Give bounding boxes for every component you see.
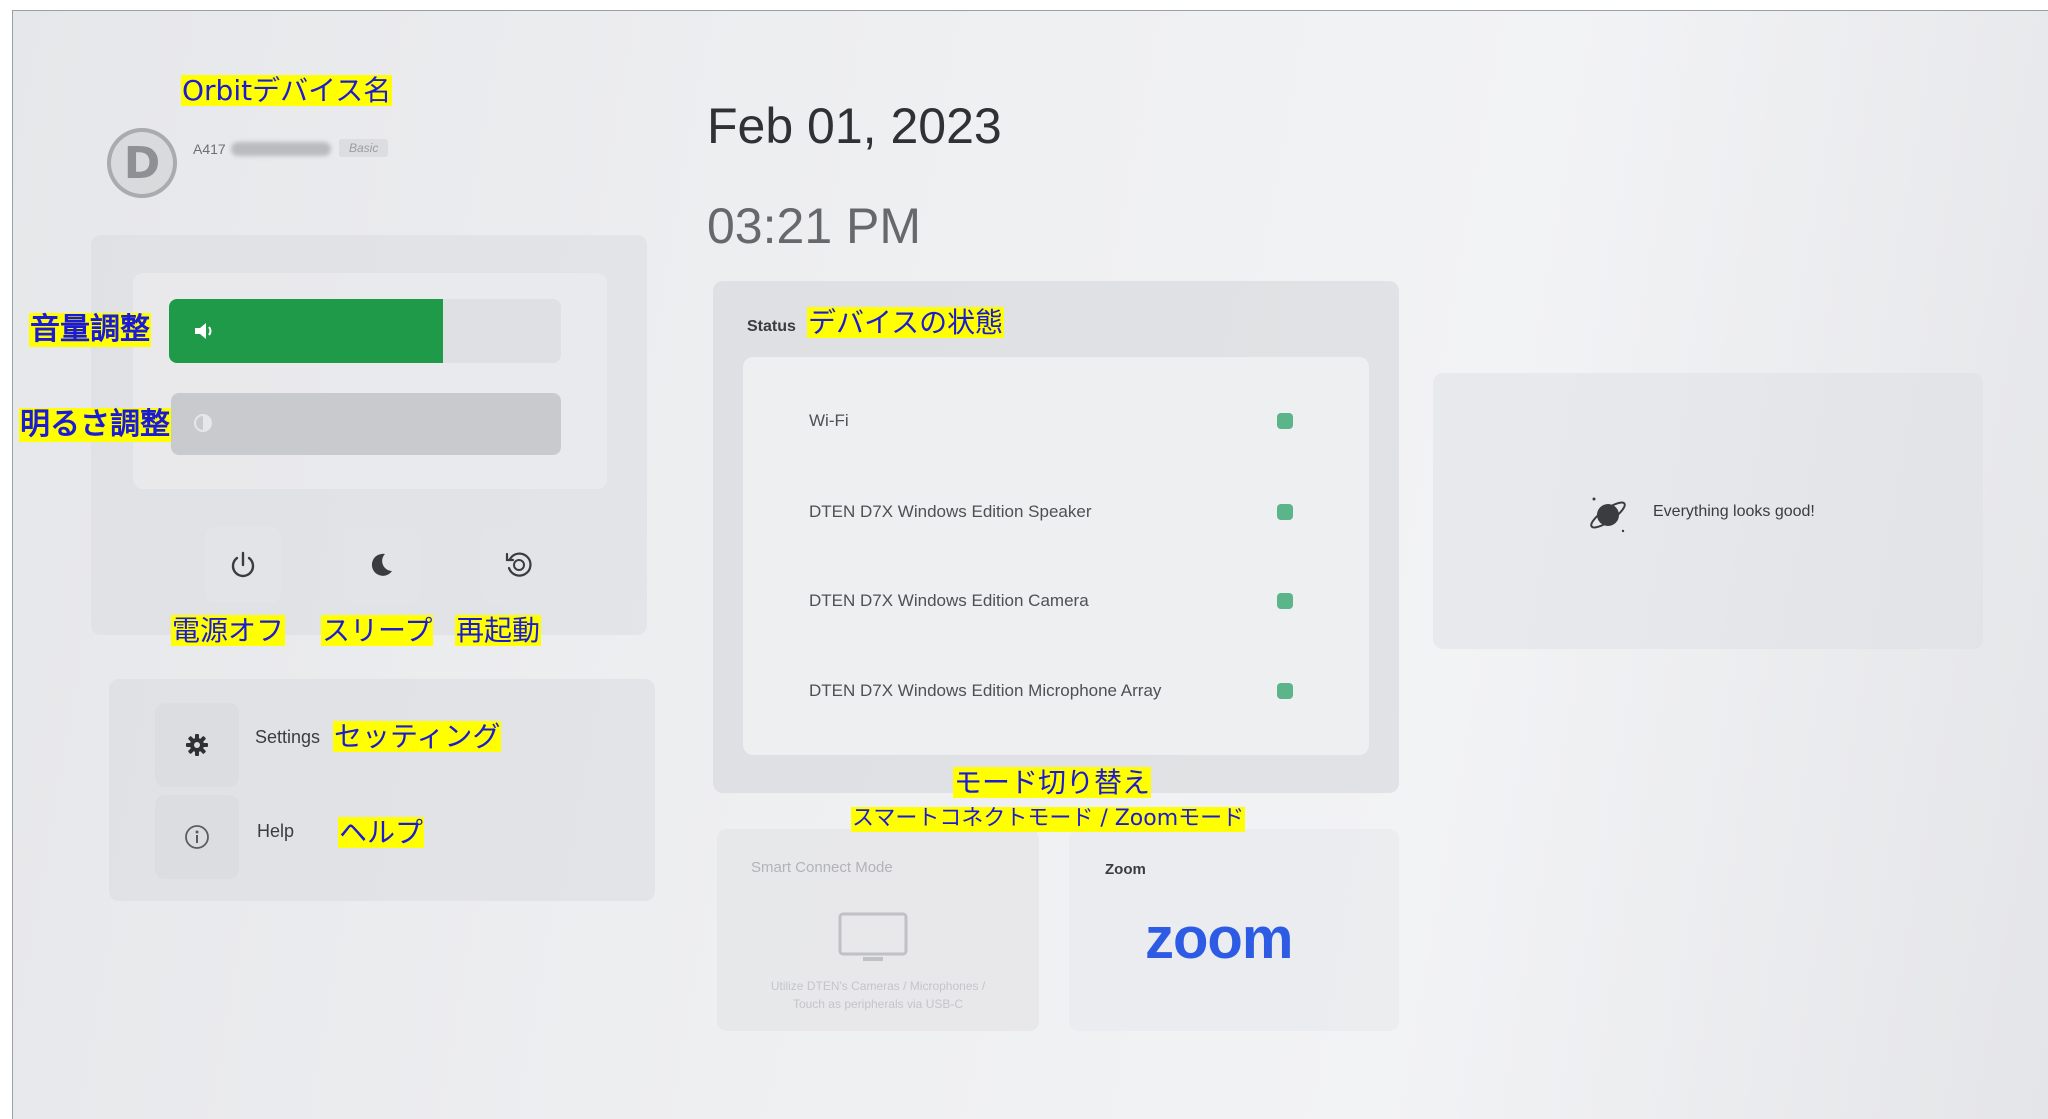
status-ok-indicator	[1277, 504, 1293, 520]
brightness-slider[interactable]	[171, 393, 561, 455]
speaker-icon	[195, 323, 212, 339]
moon-icon	[371, 553, 392, 576]
callout-status: デバイスの状態	[807, 306, 1005, 339]
callout-device-name: Orbitデバイス名	[181, 74, 393, 107]
status-ok-indicator	[1277, 683, 1293, 699]
callout-restart: 再起動	[455, 614, 542, 647]
smart-connect-title: Smart Connect Mode	[751, 859, 893, 876]
settings-icon-button[interactable]	[155, 703, 239, 787]
restart-button[interactable]	[481, 527, 557, 603]
callout-volume: 音量調整	[29, 312, 151, 347]
device-logo-icon: D	[107, 128, 177, 198]
sleep-button[interactable]	[343, 527, 419, 603]
status-item-label: Wi-Fi	[809, 411, 849, 430]
callout-settings: セッティング	[333, 720, 502, 753]
status-row: Wi-Fi	[809, 406, 1369, 436]
callout-mode-names: スマートコネクトモード / Zoomモード	[851, 806, 1246, 832]
callout-sleep: スリープ	[321, 614, 434, 647]
power-icon	[231, 551, 255, 578]
device-screen: D A417 Basic Settings Help Feb 01, 2023 …	[12, 10, 2048, 1119]
power-off-button[interactable]	[205, 527, 281, 603]
volume-slider[interactable]	[169, 299, 561, 363]
settings-label[interactable]: Settings	[255, 727, 320, 748]
status-ok-indicator	[1277, 593, 1293, 609]
status-row: DTEN D7X Windows Edition Speaker	[809, 497, 1369, 527]
status-item-label: DTEN D7X Windows Edition Microphone Arra…	[809, 681, 1162, 700]
help-icon-button[interactable]	[155, 795, 239, 879]
status-summary: Everything looks good!	[1653, 503, 1815, 520]
status-row: DTEN D7X Windows Edition Camera	[809, 586, 1369, 616]
restart-icon	[505, 552, 532, 577]
smart-connect-description-1: Utilize DTEN's Cameras / Microphones /	[770, 979, 986, 993]
gear-icon	[186, 734, 208, 756]
date-display: Feb 01, 2023	[707, 98, 1002, 154]
planet-icon	[1590, 497, 1626, 533]
status-title: Status	[747, 318, 796, 335]
zoom-title: Zoom	[1105, 861, 1146, 878]
callout-power-off: 電源オフ	[171, 614, 286, 647]
monitor-icon	[838, 912, 908, 961]
status-ok-indicator	[1277, 413, 1293, 429]
status-row: DTEN D7X Windows Edition Microphone Arra…	[809, 676, 1369, 706]
info-icon	[185, 825, 209, 849]
device-name-blur	[231, 142, 331, 156]
callout-help: ヘルプ	[338, 816, 425, 849]
status-item-label: DTEN D7X Windows Edition Speaker	[809, 502, 1092, 521]
status-item-label: DTEN D7X Windows Edition Camera	[809, 591, 1089, 610]
callout-mode-switch: モード切り替え	[953, 766, 1152, 799]
smart-connect-description-2: Touch as peripherals via USB-C	[792, 997, 964, 1011]
device-name: A417	[193, 141, 226, 157]
help-label[interactable]: Help	[257, 821, 294, 842]
time-display: 03:21 PM	[707, 198, 922, 254]
zoom-logo: zoom	[1145, 906, 1293, 971]
callout-brightness: 明るさ調整	[19, 407, 171, 442]
edition-badge: Basic	[339, 139, 389, 157]
brightness-icon	[194, 414, 212, 432]
